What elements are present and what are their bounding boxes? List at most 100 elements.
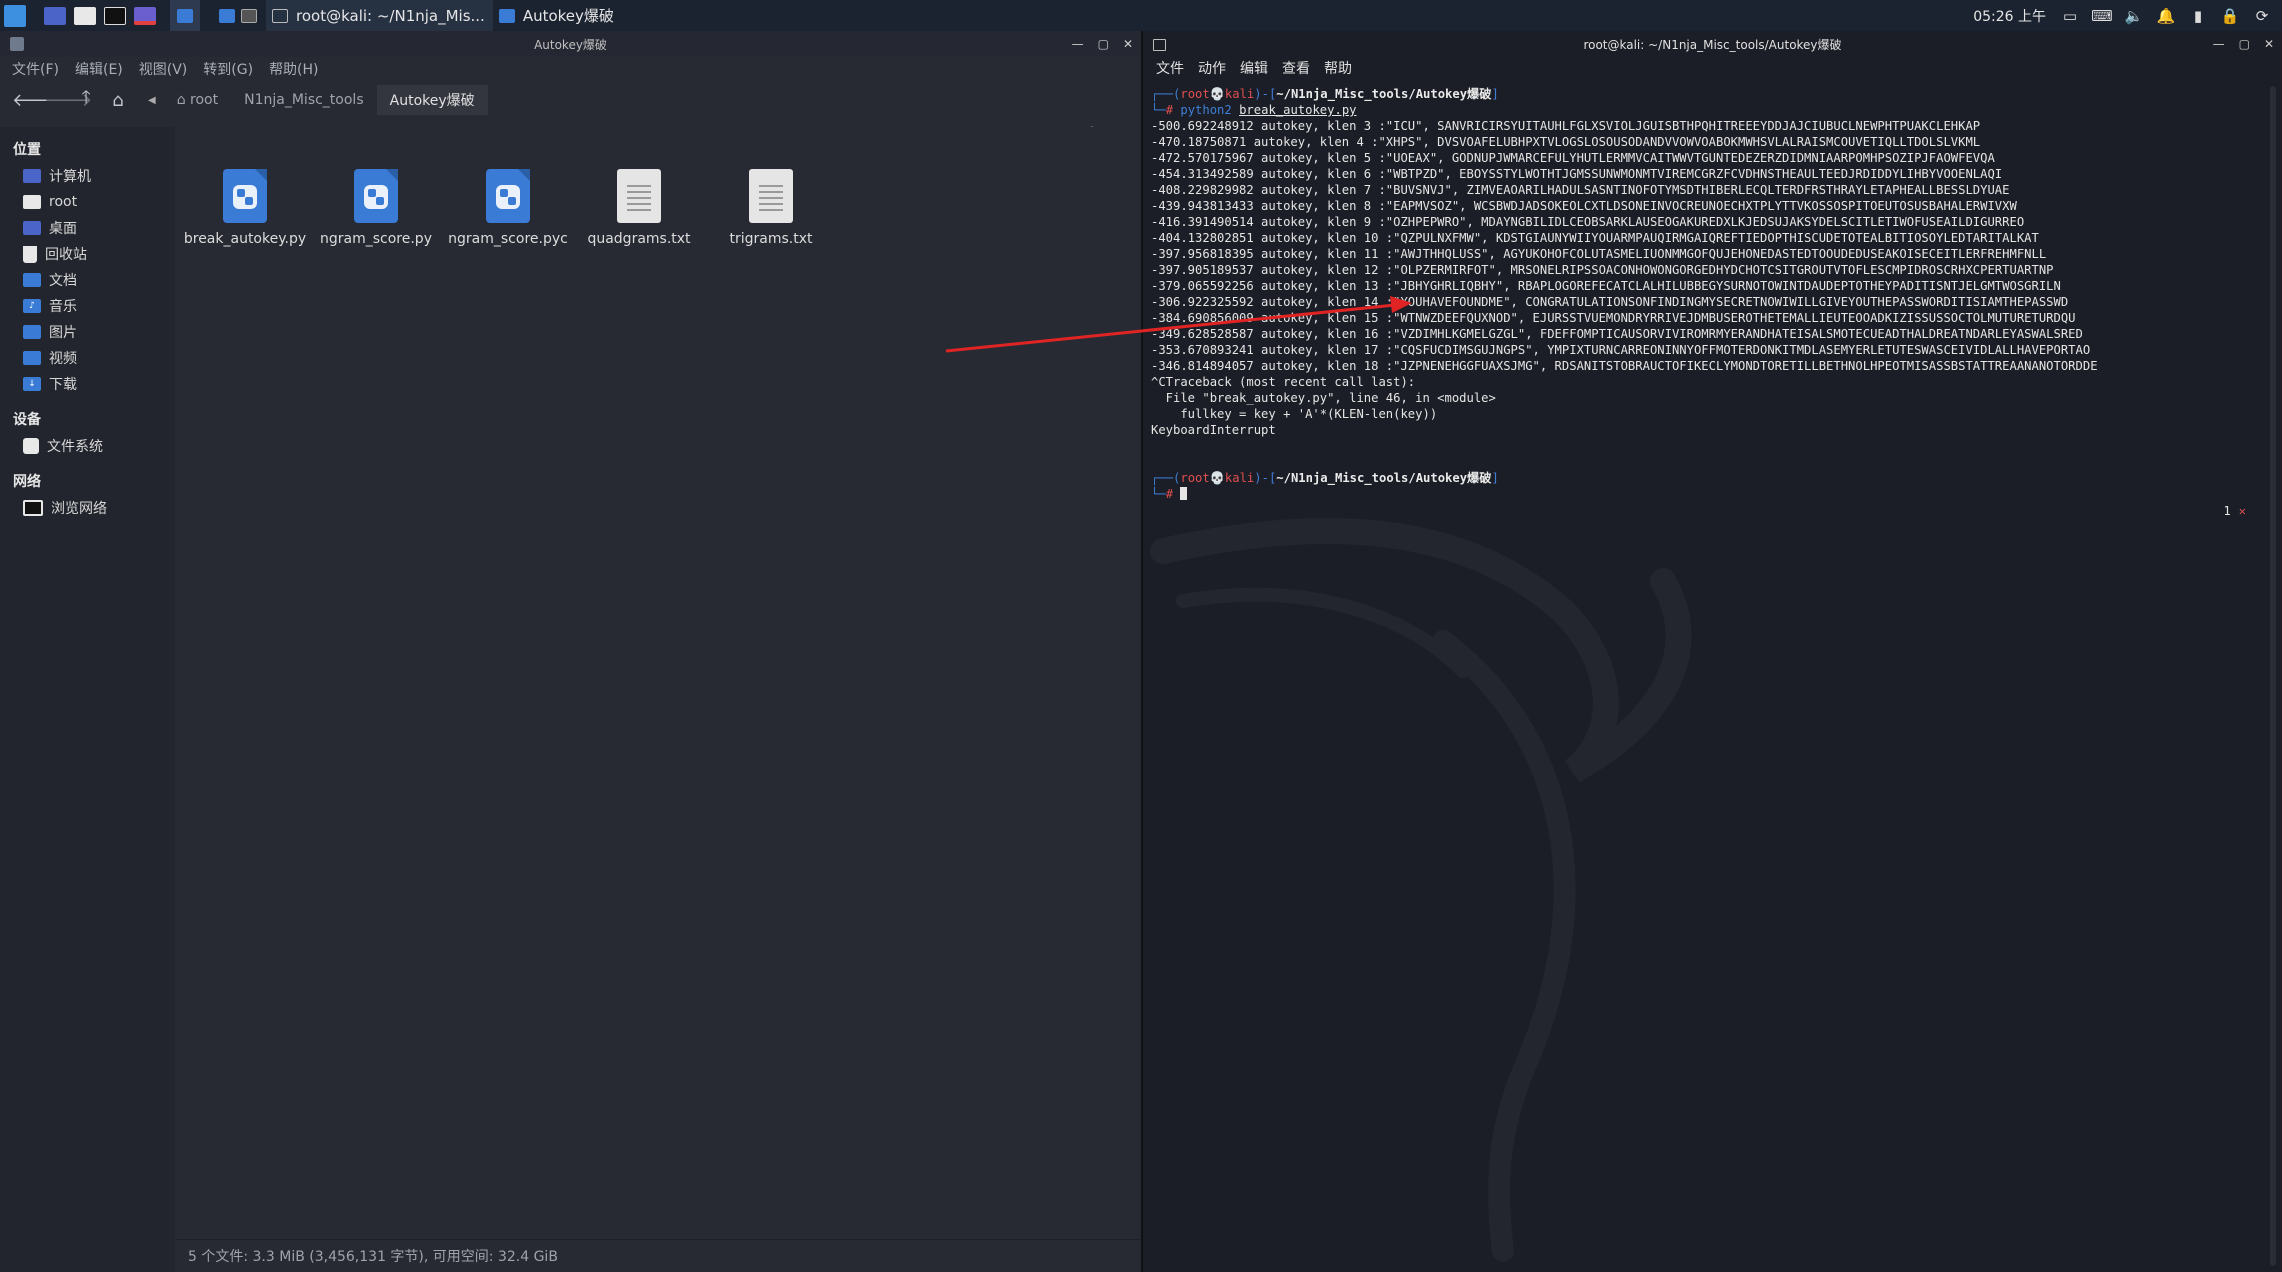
prompt-user: root [1180,471,1210,485]
output-line: -349.628528587 autokey, klen 16 :"VZDIMH… [1151,327,2083,341]
browser-launcher[interactable] [130,0,160,31]
menu-file[interactable]: 文件(F) [12,59,59,79]
text-file-icon [749,169,793,223]
sidebar-item-label: 文档 [49,273,77,289]
file-item[interactable]: ngram_score.py [311,169,441,247]
trash-icon [23,245,37,263]
prompt-dir: ~/N1nja_Misc_tools/Autokey爆破 [1276,471,1492,485]
close-icon[interactable]: ✕ [2264,37,2274,51]
file-item[interactable]: trigrams.txt [706,169,836,247]
show-desktop-button[interactable] [40,0,70,31]
keyboard-icon[interactable]: ⌨ [2091,7,2113,25]
home-icon[interactable]: ⌂ [108,90,128,111]
breadcrumb-autokey[interactable]: Autokey爆破 [376,85,488,115]
fm-sidebar: 位置 计算机 root 桌面 回收站 文档 ♪ 音乐 图片 视频 ↓ 下载 设备 文… [0,127,175,1272]
computer-icon [23,169,41,183]
output-line: -470.18750871 autokey, klen 4 :"XHPS", D… [1151,135,1981,149]
sidebar-item-computer[interactable]: 计算机 [0,163,175,189]
sidebar-item-browse-network[interactable]: 浏览网络 [0,495,175,521]
menu-view[interactable]: 查看 [1282,58,1310,78]
sidebar-item-music[interactable]: ♪ 音乐 [0,293,175,319]
workspace-3[interactable] [238,0,260,31]
top-panel: root@kali: ~/N1nja_Mis... Autokey爆破 05:2… [0,0,2282,31]
drive-icon [23,438,39,454]
maximize-icon[interactable]: ▢ [1098,37,1109,51]
menu-file[interactable]: 文件 [1156,58,1184,78]
fm-menubar: 文件(F) 编辑(E) 视图(V) 转到(G) 帮助(H) [0,57,1141,81]
sidebar-item-pictures[interactable]: 图片 [0,319,175,345]
lock-icon[interactable]: 🔒 [2221,7,2240,25]
close-icon[interactable]: ✕ [1123,37,1133,51]
output-line: KeyboardInterrupt [1151,423,1276,437]
menu-help[interactable]: 帮助(H) [269,59,318,79]
up-arrow-icon[interactable]: 🡑 [76,85,96,115]
file-manager-launcher[interactable] [70,0,100,31]
sidebar-item-label: 回收站 [45,247,87,263]
output-line: -472.570175967 autokey, klen 5 :"UOEAX",… [1151,151,1995,165]
menu-edit[interactable]: 编辑(E) [75,59,123,79]
sidebar-item-label: 视频 [49,351,77,367]
sidebar-item-label: 下载 [49,377,77,393]
notification-bell-icon[interactable]: 🔔 [2157,7,2176,25]
folder-icon [498,8,515,23]
menu-go[interactable]: 转到(G) [203,59,253,79]
volume-icon[interactable]: 🔈 [2125,7,2144,25]
browser-icon [134,6,156,25]
documents-folder-icon [23,273,41,287]
sidebar-item-trash[interactable]: 回收站 [0,241,175,267]
workspace-icon [241,8,257,23]
task-terminal[interactable]: root@kali: ~/N1nja_Mis... [266,0,493,31]
power-icon[interactable]: ⟳ [2254,7,2270,25]
sidebar-item-videos[interactable]: 视频 [0,345,175,371]
file-item[interactable]: quadgrams.txt [574,169,704,247]
command-line: └─# python2 break_autokey.py [1151,103,1357,117]
sidebar-item-desktop[interactable]: 桌面 [0,215,175,241]
window-icon[interactable]: ▭ [2062,7,2078,25]
workspace-1[interactable] [170,0,200,31]
sidebar-item-label: 文件系统 [47,439,103,455]
breadcrumb: ◀ ⌂ root N1nja_Misc_tools Autokey爆破 [140,85,488,115]
file-item[interactable]: ngram_score.pyc [443,169,573,247]
sidebar-item-documents[interactable]: 文档 [0,267,175,293]
back-arrow-icon[interactable]: 🡐 [12,90,60,111]
workspace-2[interactable] [216,0,238,31]
menu-help[interactable]: 帮助 [1324,58,1352,78]
file-item[interactable]: break_autokey.py [180,169,310,247]
menu-action[interactable]: 动作 [1198,58,1226,78]
forward-arrow-icon[interactable]: 🡒 [44,90,92,111]
breadcrumb-left-icon[interactable]: ◀ [140,95,164,106]
desktop-icon [44,6,66,25]
breadcrumb-n1nja[interactable]: N1nja_Misc_tools [231,87,377,113]
terminal-scrollbar[interactable] [2270,86,2276,1266]
prompt-user: root [1180,87,1210,101]
clock[interactable]: 05:26 上午 [1973,6,2046,26]
battery-icon[interactable]: ▮ [2190,7,2206,25]
exit-code: 1 [2223,504,2231,518]
window-title: Autokey爆破 [534,37,607,52]
output-line: -397.905189537 autokey, klen 12 :"OLPZER… [1151,263,2054,277]
sidebar-item-downloads[interactable]: ↓ 下载 [0,371,175,397]
output-line: fullkey = key + 'A'*(KLEN-len(key)) [1151,407,1438,421]
terminal-launcher[interactable] [100,0,130,31]
output-line: -379.065592256 autokey, klen 13 :"JBHYGH… [1151,279,2061,293]
sidebar-item-filesystem[interactable]: 文件系统 [0,433,175,459]
command-line: └─# [1151,486,2262,502]
minimize-icon[interactable]: — [2213,37,2225,51]
terminal-icon [104,6,126,25]
output-line: ^CTraceback (most recent call last): [1151,375,1416,389]
maximize-icon[interactable]: ▢ [2239,37,2250,51]
task-file-manager[interactable]: Autokey爆破 [493,0,622,31]
terminal-output[interactable]: ┌──(root💀kali)-[~/N1nja_Misc_tools/Autok… [1151,86,2262,502]
breadcrumb-root[interactable]: ⌂ root [164,87,231,113]
terminal-titlebar[interactable]: root@kali: ~/N1nja_Misc_tools/Autokey爆破 … [1143,31,2282,57]
menu-view[interactable]: 视图(V) [139,59,188,79]
minimize-icon[interactable]: — [1072,37,1084,51]
kali-menu-button[interactable] [0,0,30,31]
fm-statusbar: 5 个文件: 3.3 MiB (3,456,131 字节), 可用空间: 32.… [176,1239,1141,1272]
system-tray: 05:26 上午 ▭ ⌨ 🔈 🔔 ▮ 🔒 ⟳ [1973,0,2282,31]
menu-edit[interactable]: 编辑 [1240,58,1268,78]
command-argument: break_autokey.py [1239,103,1357,117]
fm-titlebar[interactable]: Autokey爆破 — ▢ ✕ [0,31,1141,57]
file-name: ngram_score.py [320,231,432,247]
sidebar-item-root[interactable]: root [0,189,175,215]
